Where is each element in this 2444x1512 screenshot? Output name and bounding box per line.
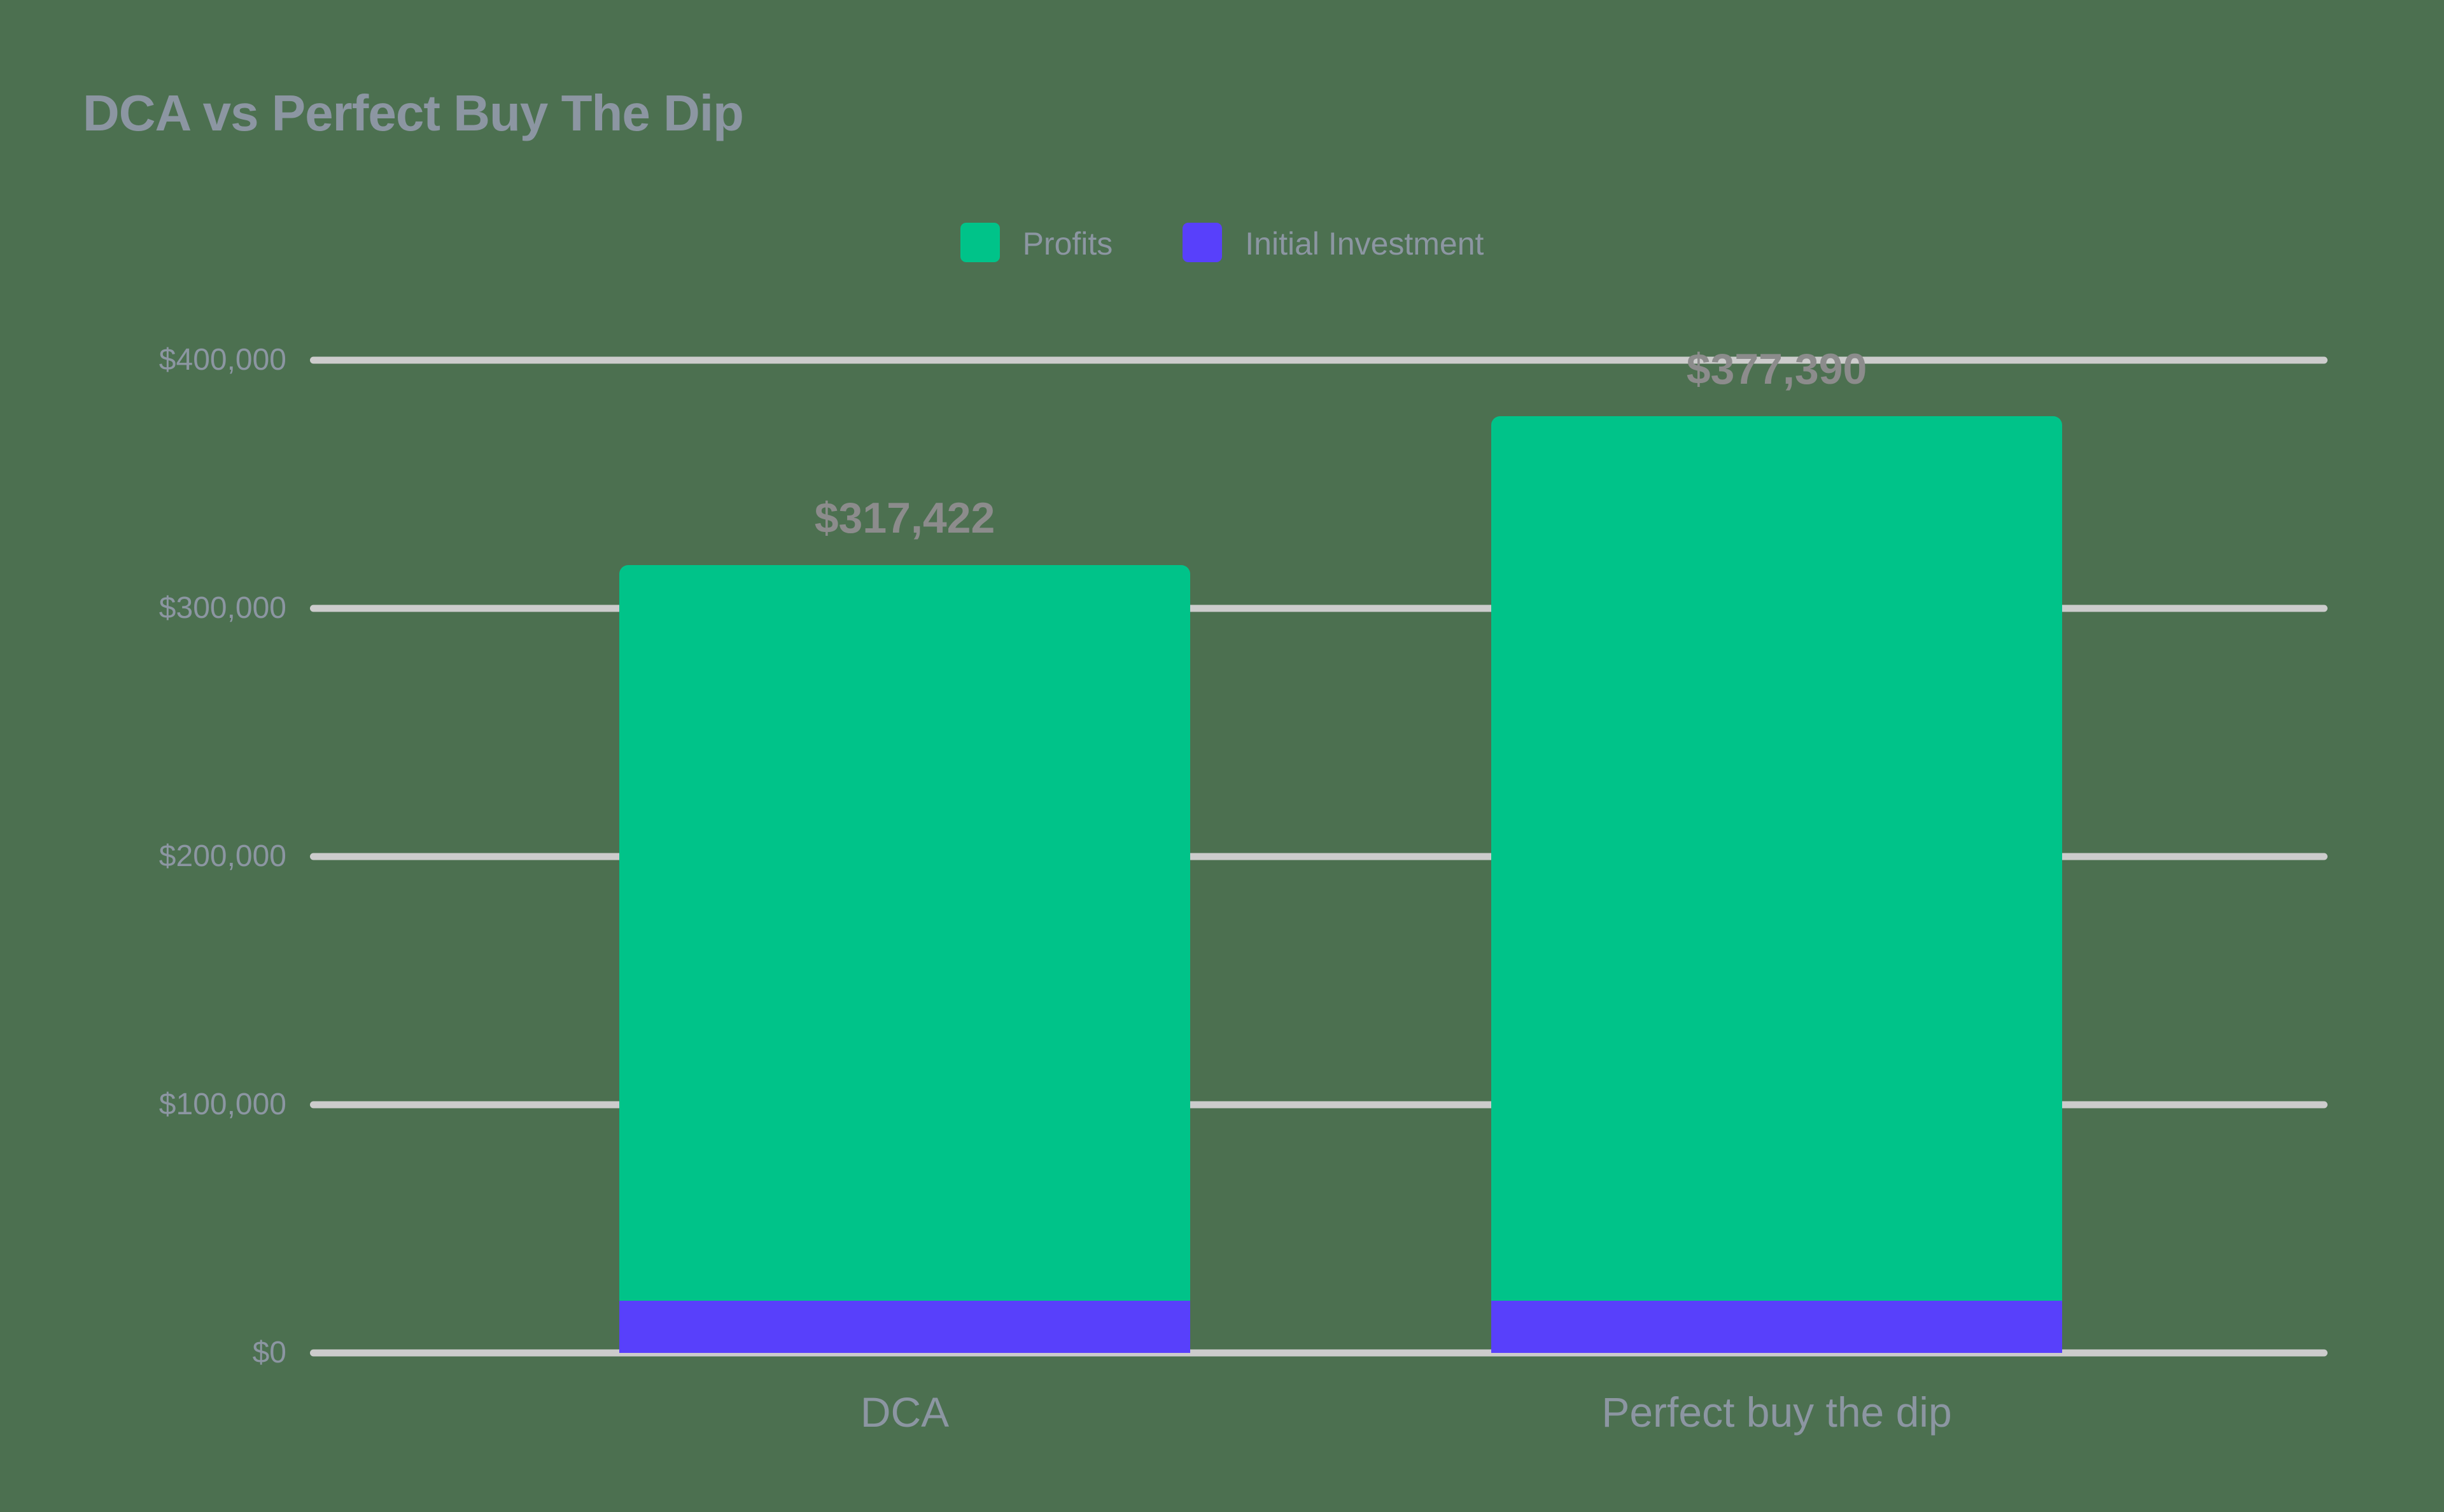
- bar-group[interactable]: [1491, 360, 2062, 1353]
- bar-segment-profits[interactable]: [1491, 416, 2062, 1301]
- chart-legend: Profits Initial Investment: [0, 223, 2444, 262]
- y-axis-tick-label: $300,000: [158, 591, 286, 625]
- legend-swatch-profits: [960, 223, 1000, 262]
- legend-swatch-initial-investment: [1183, 223, 1223, 262]
- y-axis-tick-label: $0: [252, 1336, 286, 1369]
- bar-value-label: $317,422: [814, 494, 995, 543]
- y-axis-tick-label: $400,000: [158, 343, 286, 377]
- legend-item-profits[interactable]: Profits: [960, 223, 1113, 262]
- y-axis-tick-label: $200,000: [158, 839, 286, 873]
- bar-segment-profits[interactable]: [619, 565, 1190, 1301]
- page-title: DCA vs Perfect Buy The Dip: [83, 85, 744, 141]
- bar-segment-initial-investment[interactable]: [619, 1301, 1190, 1353]
- bar-chart: DCA vs Perfect Buy The Dip Profits Initi…: [0, 0, 2444, 1512]
- x-axis-tick-label: Perfect buy the dip: [1601, 1389, 1952, 1436]
- y-axis-tick-label: $100,000: [158, 1088, 286, 1121]
- legend-label-profits: Profits: [1022, 226, 1113, 262]
- x-axis-tick-label: DCA: [860, 1389, 950, 1436]
- plot-area: [310, 356, 2328, 1357]
- legend-label-initial-investment: Initial Investment: [1245, 226, 1484, 262]
- legend-item-initial-investment[interactable]: Initial Investment: [1183, 223, 1484, 262]
- bar-value-label: $377,390: [1686, 345, 1867, 394]
- bar-segment-initial-investment[interactable]: [1491, 1301, 2062, 1353]
